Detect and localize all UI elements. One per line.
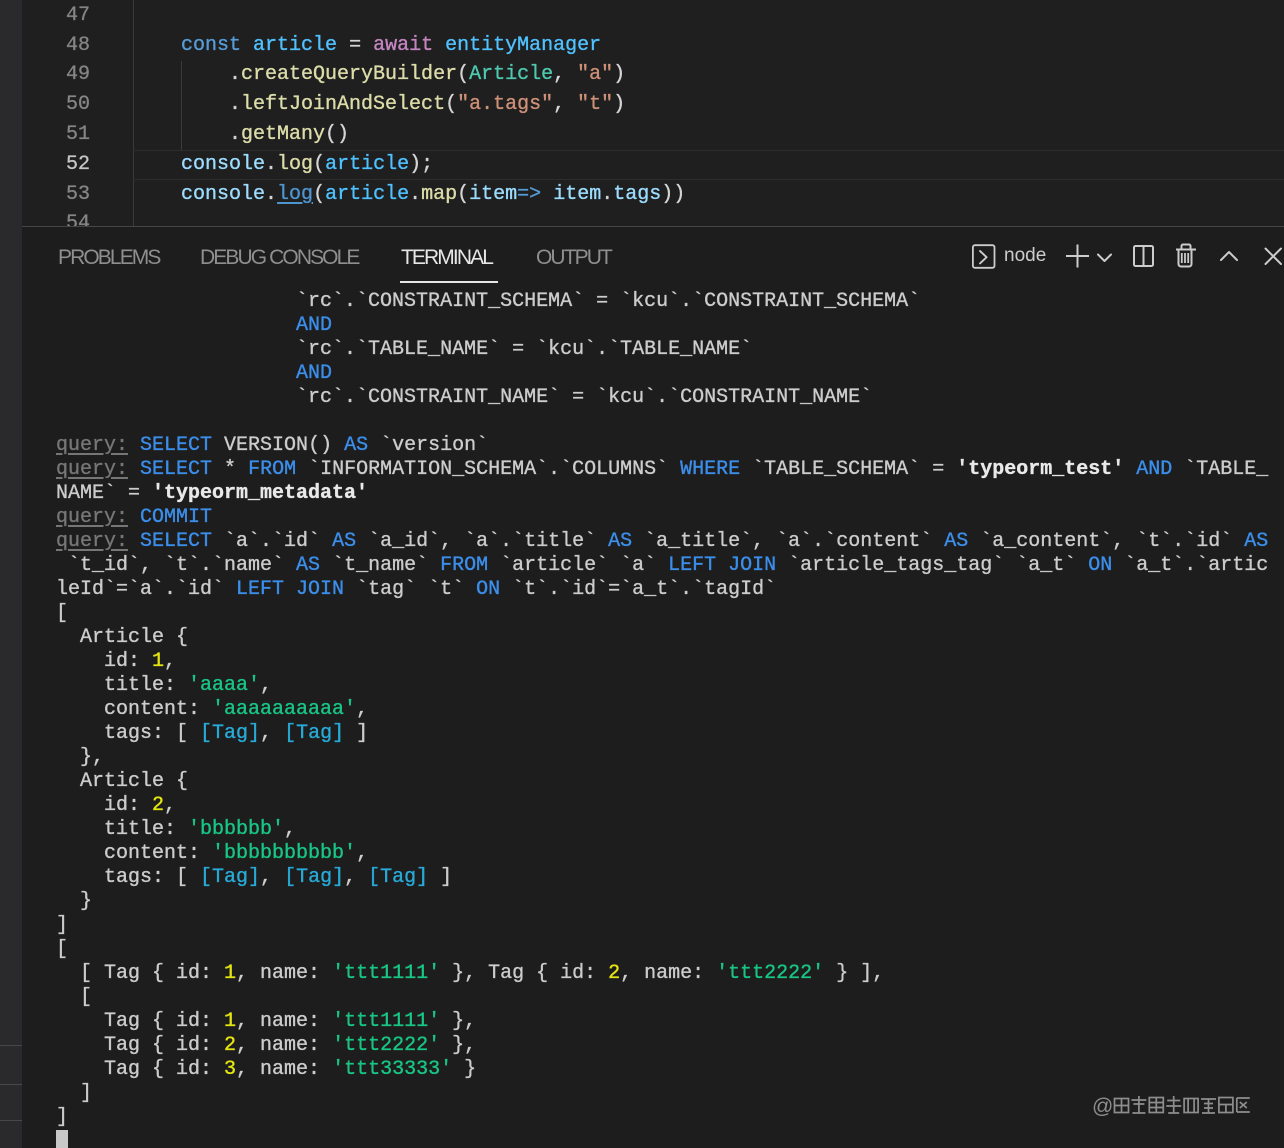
svg-text:@: @	[1092, 1095, 1113, 1118]
